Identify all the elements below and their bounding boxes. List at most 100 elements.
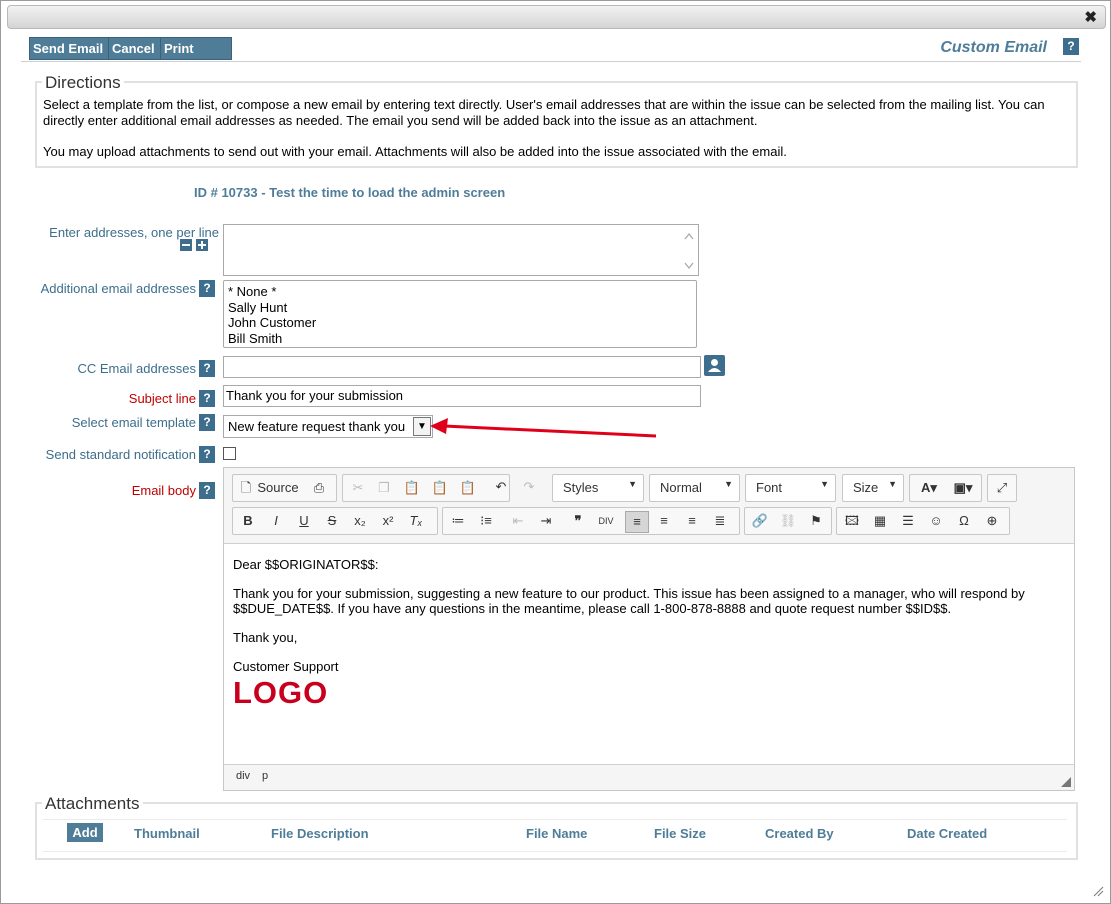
body-greeting: Dear $$ORIGINATOR$$: [233,557,379,572]
numbered-list-icon[interactable]: ≔ [447,511,469,531]
align-left-icon[interactable]: ≡ [625,511,649,533]
help-icon[interactable]: ? [199,280,215,297]
help-icon[interactable]: ? [199,414,215,431]
element-path-div[interactable]: div [236,770,250,782]
bg-color-icon[interactable]: ▣▾ [948,478,978,498]
iframe-globe-icon[interactable]: ⊕ [981,511,1003,531]
column-header-date-created[interactable]: Date Created [907,826,987,841]
cut-icon[interactable]: ✂ [347,478,369,498]
column-header-thumbnail[interactable]: Thumbnail [134,826,200,841]
chevron-down-icon: ▼ [888,479,897,489]
remove-format-icon[interactable]: Tₓ [405,511,427,531]
help-icon[interactable]: ? [199,446,215,463]
image-icon[interactable]: 🖾 [841,511,863,531]
chevron-down-icon: ▼ [820,479,829,489]
column-header-file-size[interactable]: File Size [654,826,706,841]
copy-icon[interactable]: ❐ [373,478,395,498]
superscript-icon[interactable]: x² [377,511,399,531]
action-toolbar: Send Email Cancel Print Page Custom Emai… [21,35,1081,77]
list-item[interactable]: Sally Hunt [224,300,696,316]
text-color-icon[interactable]: A▾ [914,478,944,498]
subscript-icon[interactable]: x₂ [349,511,371,531]
column-header-created-by[interactable]: Created By [765,826,834,841]
cc-input[interactable] [223,356,701,378]
anchor-flag-icon[interactable]: ⚑ [805,511,827,531]
justify-icon[interactable]: ≣ [709,511,731,531]
body-label: Email body [131,483,196,498]
source-icon[interactable]: 🗋 [239,478,253,498]
paste-icon[interactable]: 📋 [401,478,423,498]
attachments-legend: Attachments [42,794,143,814]
send-email-button[interactable]: Send Email [29,37,109,60]
source-group: 🗋 Source ⎙ [232,474,337,502]
dialog-resize-icon[interactable] [1092,885,1104,897]
blockquote-icon[interactable]: ❞ [567,511,589,531]
source-button[interactable]: Source [255,478,301,498]
format-combo[interactable]: Normal ▼ [649,474,740,502]
indent-icon[interactable]: ⇥ [535,511,557,531]
styles-combo[interactable]: Styles ▼ [552,474,644,502]
paste-word-icon[interactable]: 📋 [457,478,479,498]
notify-checkbox[interactable] [223,447,236,460]
undo-icon[interactable]: ↶ [490,477,512,497]
column-header-description[interactable]: File Description [271,826,369,841]
strike-icon[interactable]: S [321,511,343,531]
unlink-icon[interactable]: ⛓ [777,511,799,531]
editor-content-area[interactable]: Dear $$ORIGINATOR$$: Thank you for your … [224,543,1074,765]
table-icon[interactable]: ▦ [869,511,891,531]
additional-emails-list[interactable]: * None * Sally Hunt John Customer Bill S… [223,280,697,348]
redo-icon[interactable]: ↷ [518,477,540,497]
close-icon[interactable]: ✖ [1084,8,1097,26]
italic-icon[interactable]: I [265,511,287,531]
underline-icon[interactable]: U [293,511,315,531]
help-icon[interactable]: ? [199,390,215,407]
cancel-button[interactable]: Cancel [108,37,161,60]
maximize-icon[interactable]: ⤢ [991,478,1013,498]
clipboard-group: ✂ ❐ 📋 📋 📋 [342,474,510,502]
list-item[interactable]: * None * [224,284,696,300]
issue-id-line: ID # 10733 - Test the time to load the a… [194,185,506,200]
help-icon[interactable]: ? [1063,38,1079,55]
subject-input[interactable]: Thank you for your submission [223,385,701,407]
list-item[interactable]: Bill Smith [224,331,696,347]
align-right-icon[interactable]: ≡ [681,511,703,531]
collapse-expand-icons[interactable] [180,239,210,252]
red-arrow-annotation [430,418,657,438]
help-icon[interactable]: ? [199,482,215,499]
addresses-textarea[interactable] [223,224,699,276]
paste-text-icon[interactable]: 📋 [429,478,451,498]
resize-grip-icon[interactable] [1061,777,1071,787]
smiley-icon[interactable]: ☺ [925,511,947,531]
column-header-file-name[interactable]: File Name [526,826,587,841]
page-title: Custom Email [940,39,1047,56]
cc-label: CC Email addresses [77,361,197,376]
help-icon[interactable]: ? [199,360,215,377]
list-item[interactable]: John Customer [224,315,696,331]
basic-style-group: B I U S x₂ x² Tₓ [232,507,438,535]
outdent-icon[interactable]: ⇤ [507,511,529,531]
bold-icon[interactable]: B [237,511,259,531]
color-group: A▾ ▣▾ [909,474,982,502]
template-select[interactable]: New feature request thank you ▼ [223,415,433,438]
dialog-titlebar: ✖ [7,5,1106,29]
size-combo[interactable]: Size ▼ [842,474,904,502]
template-label: Select email template [71,415,196,430]
align-center-icon[interactable]: ≡ [653,511,675,531]
textarea-scroll-icon[interactable] [683,231,695,271]
print-icon[interactable]: ⎙ [308,478,330,498]
address-book-icon[interactable] [704,355,725,376]
element-path-p[interactable]: p [262,770,268,782]
rich-text-editor: 🗋 Source ⎙ ✂ ❐ 📋 📋 📋 ↶ ↷ Styles ▼ Normal ▼… [223,467,1075,791]
logo-image: LOGO [233,675,329,710]
styles-combo-label: Styles [563,480,599,495]
add-attachment-button[interactable]: Add [67,823,103,842]
font-combo[interactable]: Font ▼ [745,474,836,502]
special-char-icon[interactable]: Ω [953,511,975,531]
font-combo-label: Font [756,480,783,495]
link-icon[interactable]: 🔗 [749,511,771,531]
horizontal-line-icon[interactable]: ☰ [897,511,919,531]
bulleted-list-icon[interactable]: ⁝≡ [475,511,497,531]
print-page-button[interactable]: Print Page [160,37,232,77]
directions-text-2: You may upload attachments to send out w… [43,144,787,159]
div-container-icon[interactable]: DIV [595,511,617,531]
